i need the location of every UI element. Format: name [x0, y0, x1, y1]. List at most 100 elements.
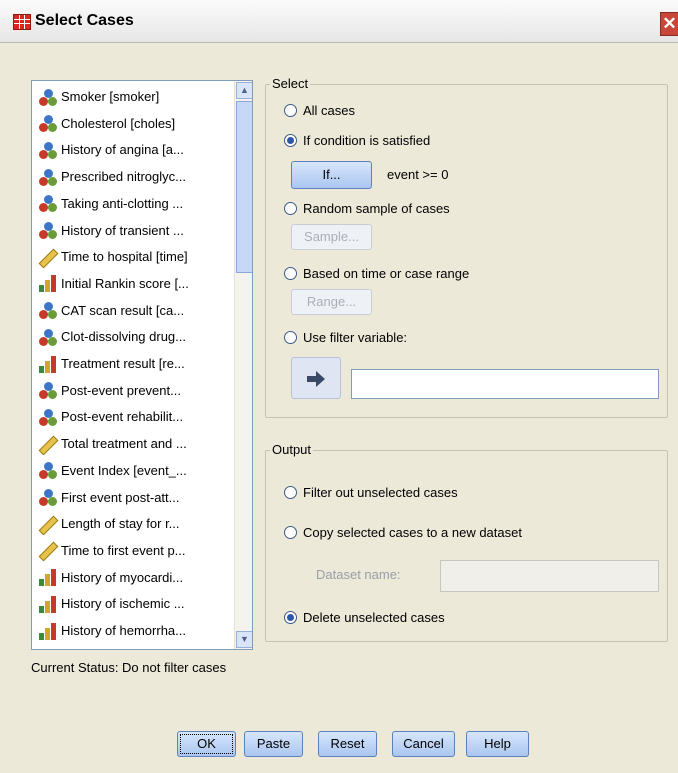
variable-label: Treatment result [re... [61, 356, 185, 371]
variable-list-item[interactable]: First event post-att... [36, 486, 232, 509]
scroll-down-arrow-icon[interactable]: ▼ [236, 631, 252, 648]
variable-label: Length of stay for r... [61, 516, 180, 532]
cancel-button[interactable]: Cancel [392, 731, 455, 757]
all-cases-option[interactable]: All cases [284, 103, 355, 118]
current-status: Current Status: Do not filter cases [31, 660, 227, 675]
variable-label: Time to first event p... [61, 542, 186, 558]
filter-out-option[interactable]: Filter out unselected cases [284, 485, 458, 500]
variable-list-item[interactable]: Time to first event p... [36, 539, 232, 562]
scale-variable-icon [36, 248, 59, 269]
nominal-variable-icon [36, 168, 58, 186]
ordinal-variable-icon [36, 274, 58, 293]
variable-label: Prescribed nitroglyc... [61, 169, 186, 185]
close-button[interactable]: ✕ [660, 12, 678, 36]
radio-icon[interactable] [284, 104, 297, 117]
variable-list-item[interactable]: CAT scan result [ca... [36, 299, 232, 322]
variable-list-item[interactable]: Length of stay for r... [36, 512, 232, 536]
variable-list-item[interactable]: History of angina [a... [36, 138, 232, 161]
radio-icon[interactable] [284, 331, 297, 344]
variable-list-item[interactable]: History of hemorrha... [36, 619, 232, 642]
variable-list-item[interactable]: Time to hospital [time] [36, 245, 232, 269]
variable-label: First event post-att... [61, 489, 180, 505]
dataset-name-field [440, 560, 659, 592]
scroll-up-arrow-icon[interactable]: ▲ [236, 82, 252, 99]
nominal-variable-icon [36, 408, 58, 426]
variable-list-item[interactable]: Event Index [event_... [36, 459, 232, 482]
nominal-variable-icon [36, 141, 58, 159]
variable-list-item[interactable]: Clot-dissolving drug... [36, 325, 232, 348]
copy-selected-label: Copy selected cases to a new dataset [303, 525, 522, 540]
variable-label: Post-event prevent... [61, 382, 181, 398]
variable-list-item[interactable]: Initial Rankin score [... [36, 272, 232, 295]
ordinal-variable-icon [36, 355, 58, 373]
radio-selected-icon[interactable] [284, 134, 297, 147]
variable-list-item[interactable]: Smoker [smoker] [36, 85, 232, 108]
variable-list-item[interactable]: Total treatment and ... [36, 432, 232, 455]
variable-label: Taking anti-clotting ... [61, 195, 184, 211]
radio-selected-icon[interactable] [284, 611, 297, 624]
window-title: Select Cases [35, 12, 134, 29]
scroll-thumb[interactable] [236, 101, 252, 273]
radio-icon[interactable] [284, 267, 297, 280]
output-group-title: Output [270, 442, 314, 457]
select-cases-icon [13, 14, 31, 30]
title-bar: Select Cases ✕ [0, 0, 678, 43]
variable-list-item[interactable]: Cholesterol [choles] [36, 112, 232, 135]
radio-icon[interactable] [284, 526, 297, 539]
nominal-variable-icon [36, 221, 58, 239]
nominal-variable-icon [36, 114, 58, 133]
radio-icon[interactable] [284, 202, 297, 215]
filter-variable-option[interactable]: Use filter variable: [284, 330, 407, 345]
nominal-variable-icon [36, 301, 58, 320]
paste-button[interactable]: Paste [244, 731, 303, 757]
help-button[interactable]: Help [466, 731, 529, 757]
variable-list-item[interactable]: History of transient ... [36, 219, 232, 242]
if-button[interactable]: If... [291, 161, 372, 189]
variable-label: Event Index [event_... [61, 462, 187, 478]
random-sample-option[interactable]: Random sample of cases [284, 201, 450, 216]
variable-label: History of hemorrha... [61, 623, 186, 638]
ordinal-variable-icon [36, 568, 58, 587]
variable-list-scrollbar[interactable]: ▲ ▼ [234, 81, 252, 649]
ok-button[interactable]: OK [177, 731, 236, 757]
delete-unselected-option[interactable]: Delete unselected cases [284, 610, 445, 625]
select-group-title: Select [270, 76, 311, 91]
nominal-variable-icon [36, 194, 58, 213]
radio-icon[interactable] [284, 486, 297, 499]
variable-label: History of ischemic ... [61, 596, 185, 612]
reset-button[interactable]: Reset [318, 731, 377, 757]
variable-list-item[interactable]: History of ischemic ... [36, 592, 232, 615]
variable-label: Post-event rehabilit... [61, 409, 184, 425]
variable-list-item[interactable]: Taking anti-clotting ... [36, 192, 232, 215]
move-variable-button[interactable] [291, 357, 341, 399]
variable-list-item[interactable]: Post-event prevent... [36, 379, 232, 402]
copy-selected-option[interactable]: Copy selected cases to a new dataset [284, 525, 522, 540]
nominal-variable-icon [36, 381, 58, 400]
ordinal-variable-icon [36, 595, 58, 613]
variable-list-item[interactable]: Treatment result [re... [36, 352, 232, 375]
time-range-option[interactable]: Based on time or case range [284, 266, 469, 281]
filter-variable-field[interactable] [351, 369, 659, 399]
variable-list-item[interactable]: Post-event rehabilit... [36, 405, 232, 428]
variable-label: History of transient ... [61, 222, 184, 238]
variable-label: Initial Rankin score [... [61, 275, 189, 291]
variable-list[interactable]: Smoker [smoker] Cholesterol [choles] Histo… [31, 80, 253, 650]
nominal-variable-icon [36, 488, 58, 506]
if-condition-option[interactable]: If condition is satisfied [284, 133, 430, 148]
nominal-variable-icon [36, 88, 58, 106]
variable-label: Total treatment and ... [61, 436, 187, 452]
variable-label: Smoker [smoker] [61, 89, 160, 104]
condition-text: event >= 0 [387, 167, 449, 182]
scale-variable-icon [36, 541, 59, 562]
time-range-label: Based on time or case range [303, 266, 470, 281]
variable-list-item[interactable]: Prescribed nitroglyc... [36, 165, 232, 188]
dataset-name-label: Dataset name: [316, 567, 401, 582]
variable-label: Cholesterol [choles] [61, 115, 176, 131]
variable-list-item[interactable]: History of myocardi... [36, 566, 232, 589]
variable-label: History of angina [a... [61, 142, 184, 158]
nominal-variable-icon [36, 461, 58, 480]
variable-label: CAT scan result [ca... [61, 302, 185, 318]
scale-variable-icon [36, 515, 59, 536]
filter-variable-label: Use filter variable: [303, 330, 408, 345]
scale-variable-icon [36, 435, 59, 455]
